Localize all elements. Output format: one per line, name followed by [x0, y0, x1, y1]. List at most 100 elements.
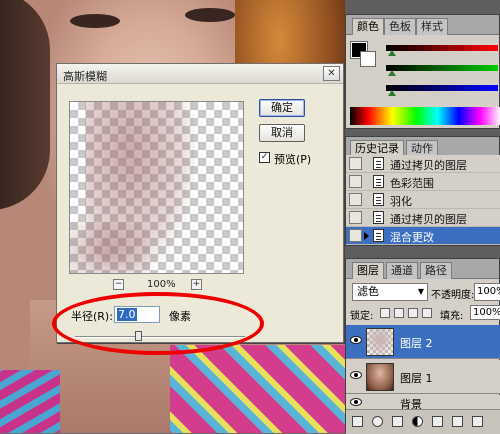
layer-thumbnail [366, 363, 394, 391]
blue-slider[interactable] [386, 85, 500, 96]
photo-eye [185, 8, 235, 22]
history-panel: 历史记录 动作 通过拷贝的图层 色彩范围 羽化 通过拷贝的图层 混合更改 [345, 136, 500, 246]
history-panel-tabs: 历史记录 动作 [346, 137, 499, 157]
visibility-eye-icon[interactable] [350, 336, 362, 344]
zoom-out-button[interactable]: − [113, 279, 124, 290]
history-item-selected[interactable]: 混合更改 [346, 227, 500, 245]
history-item-label: 混合更改 [390, 231, 434, 244]
lock-label: 锁定: [350, 311, 374, 322]
new-group-icon[interactable] [432, 416, 443, 427]
radius-slider-track[interactable] [75, 336, 245, 338]
history-item[interactable]: 色彩范围 [346, 173, 500, 191]
dialog-titlebar[interactable]: 高斯模糊 ✕ [57, 64, 343, 84]
lock-pixels-icon[interactable] [394, 308, 404, 318]
new-layer-icon[interactable] [452, 416, 463, 427]
green-slider-bar[interactable] [386, 65, 498, 71]
history-snapshot-checkbox[interactable] [349, 229, 362, 242]
ok-button[interactable]: 确定 [259, 99, 305, 117]
tab-layers[interactable]: 图层 [352, 262, 384, 279]
tab-styles[interactable]: 样式 [416, 18, 448, 35]
preview-zoom-controls: − 100% + [113, 279, 203, 293]
fill-input[interactable]: 100% [470, 305, 500, 320]
blur-preview[interactable] [69, 101, 244, 274]
dialog-title: 高斯模糊 [63, 70, 107, 83]
red-slider-bar[interactable] [386, 45, 498, 51]
history-item-label: 羽化 [390, 195, 412, 208]
layers-panel-tabs: 图层 通道 路径 [346, 259, 499, 279]
blend-row: 滤色 不透明度: 100% [350, 283, 500, 303]
document-icon [373, 193, 384, 206]
preview-checkbox[interactable]: ✓ 预览(P) [259, 151, 329, 166]
layer-name: 图层 2 [400, 337, 433, 350]
right-panel-dock: 颜色 色板 样式 历史记录 动作 通过拷贝的图层 色彩范围 羽化 通过拷贝的图层… [345, 0, 500, 434]
tab-paths[interactable]: 路径 [420, 262, 452, 279]
color-spectrum[interactable] [350, 107, 500, 125]
layer-mask-icon[interactable] [392, 416, 403, 427]
green-slider[interactable] [386, 65, 500, 76]
radius-slider-thumb[interactable] [135, 331, 143, 341]
history-item[interactable]: 羽化 [346, 191, 500, 209]
history-item-label: 通过拷贝的图层 [390, 159, 467, 172]
radius-row: 半径(R): 7.0 像素 [71, 306, 231, 324]
layers-footer-toolbar [346, 409, 500, 434]
history-item-label: 通过拷贝的图层 [390, 213, 467, 226]
red-slider-thumb[interactable] [388, 50, 396, 56]
zoom-in-button[interactable]: + [191, 279, 202, 290]
cancel-button[interactable]: 取消 [259, 124, 305, 142]
layer-name: 图层 1 [400, 372, 433, 385]
preview-checkbox-label: 预览(P) [274, 153, 312, 166]
history-item-label: 色彩范围 [390, 177, 434, 190]
blue-slider-thumb[interactable] [388, 90, 396, 96]
zoom-value: 100% [147, 279, 176, 290]
photo-dress [170, 345, 345, 433]
document-icon [373, 175, 384, 188]
layer-row-selected[interactable]: 图层 2 [346, 325, 500, 359]
green-slider-thumb[interactable] [388, 70, 396, 76]
layer-row[interactable]: 图层 1 [346, 360, 500, 394]
history-snapshot-checkbox[interactable] [349, 175, 362, 188]
radius-input[interactable]: 7.0 [114, 306, 160, 323]
red-slider[interactable] [386, 45, 500, 56]
photo-dress [0, 370, 60, 433]
blend-mode-select[interactable]: 滤色 [352, 283, 428, 301]
radius-unit: 像素 [169, 310, 191, 323]
photo-eye [70, 14, 120, 28]
radius-input-value: 7.0 [117, 308, 137, 321]
gaussian-blur-dialog: 高斯模糊 ✕ − 100% + 确定 取消 ✓ 预览(P) 半径(R): 7.0… [56, 63, 344, 343]
color-panel: 颜色 色板 样式 [345, 14, 500, 129]
radius-label: 半径(R): [71, 310, 113, 323]
document-icon [373, 157, 384, 170]
radius-slider[interactable] [75, 331, 245, 342]
tab-swatches[interactable]: 色板 [384, 18, 416, 35]
document-icon [373, 229, 384, 242]
close-icon[interactable]: ✕ [323, 66, 340, 81]
layer-thumbnail [366, 328, 394, 356]
checkbox-check-icon[interactable]: ✓ [259, 152, 270, 163]
opacity-input[interactable]: 100% [474, 283, 500, 301]
lock-transparency-icon[interactable] [380, 308, 390, 318]
tab-color[interactable]: 颜色 [352, 18, 384, 35]
delete-layer-icon[interactable] [472, 416, 483, 427]
lock-row: 锁定: 填充: 100% [350, 305, 500, 322]
history-item[interactable]: 通过拷贝的图层 [346, 209, 500, 227]
document-icon [373, 211, 384, 224]
adjustment-layer-icon[interactable] [412, 416, 423, 427]
layer-style-icon[interactable] [372, 416, 383, 427]
history-snapshot-checkbox[interactable] [349, 157, 362, 170]
lock-position-icon[interactable] [408, 308, 418, 318]
color-panel-tabs: 颜色 色板 样式 [346, 15, 499, 35]
preview-blurred-shape [70, 222, 150, 273]
opacity-label: 不透明度: [431, 290, 475, 301]
background-color-swatch[interactable] [360, 51, 376, 67]
history-snapshot-checkbox[interactable] [349, 211, 362, 224]
history-item[interactable]: 通过拷贝的图层 [346, 155, 500, 173]
history-snapshot-checkbox[interactable] [349, 193, 362, 206]
blue-slider-bar[interactable] [386, 85, 498, 91]
photo-hair [0, 0, 50, 210]
lock-all-icon[interactable] [422, 308, 432, 318]
visibility-eye-icon[interactable] [350, 371, 362, 379]
link-layers-icon[interactable] [352, 416, 363, 427]
tab-channels[interactable]: 通道 [386, 262, 418, 279]
history-state-arrow-icon [364, 232, 369, 240]
visibility-eye-icon[interactable] [350, 398, 362, 406]
